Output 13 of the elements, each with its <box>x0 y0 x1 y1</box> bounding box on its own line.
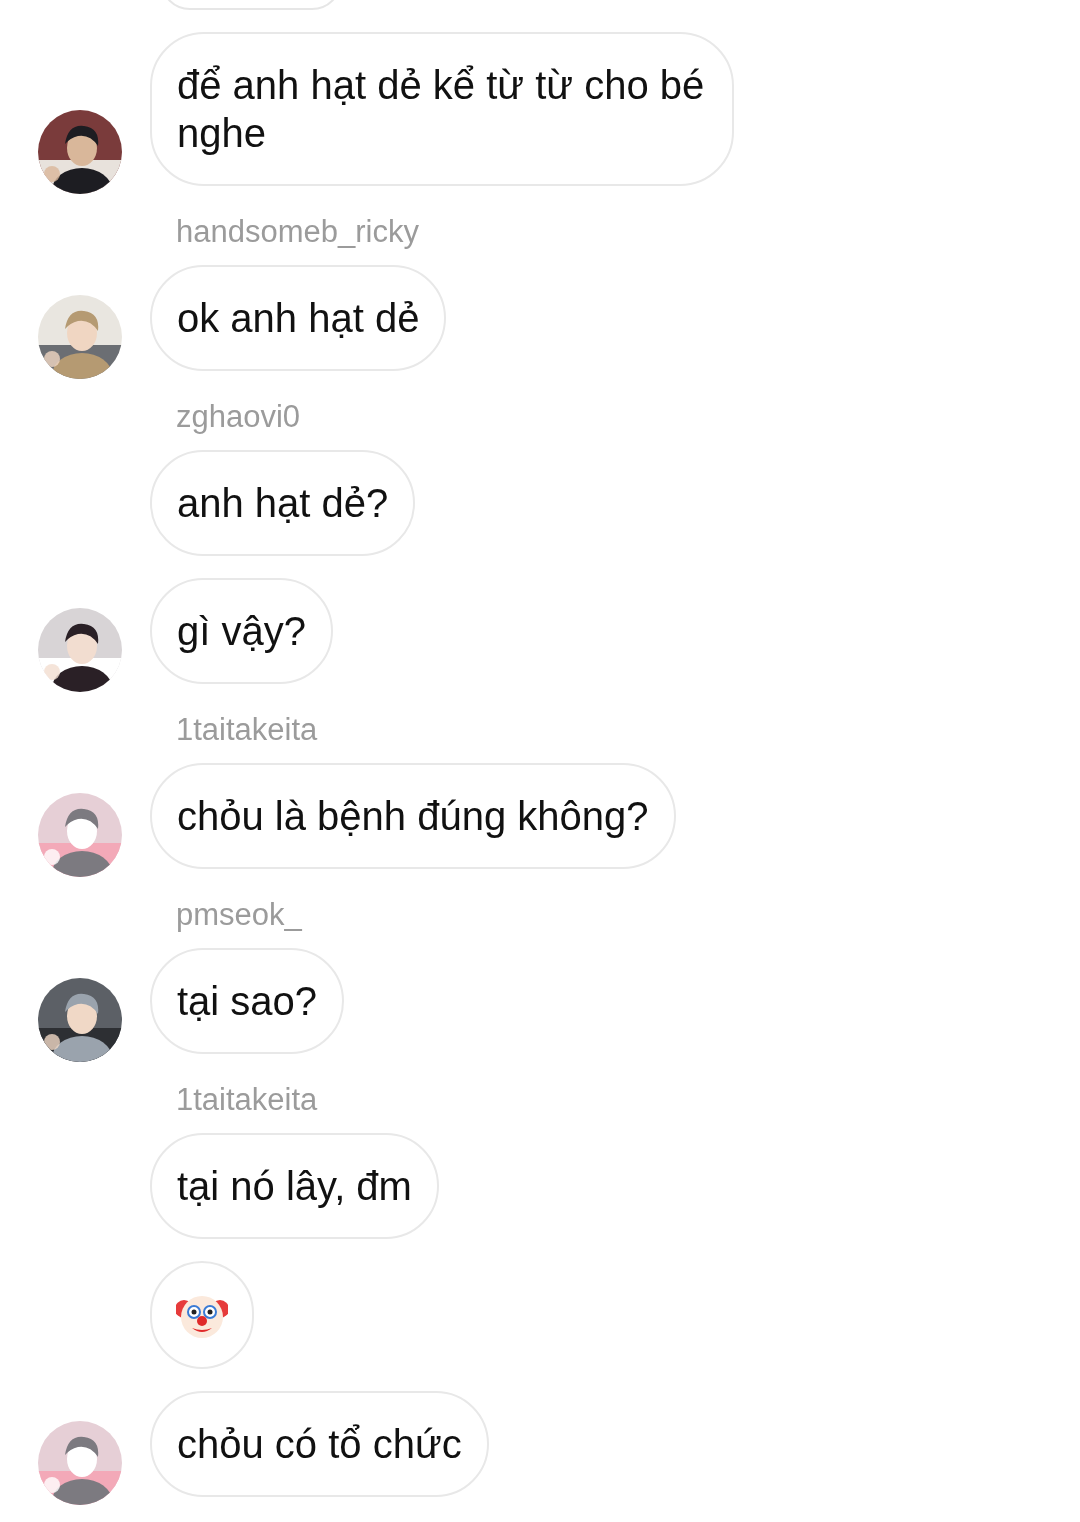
sender-name: zghaovi0 <box>176 399 302 435</box>
message-bubble: chỏu có tổ chức <box>150 1391 489 1497</box>
sender-name: handsomeb_ricky <box>176 214 420 250</box>
message-bubble: để anh hạt dẻ kể từ từ cho bé nghe <box>150 32 734 186</box>
sender-name: 1taitakeita <box>176 1082 319 1118</box>
sender-name: pmseok_ <box>176 897 303 933</box>
sender-name: 1taitakeita <box>176 712 319 748</box>
message-bubble: ok anh hạt dẻ <box>150 265 447 371</box>
message-bubble: anh hạt dẻ? <box>150 450 416 556</box>
message-bubble: tại nó lây, đm <box>150 1133 439 1239</box>
message-bubble: chỏu là bệnh đúng không? <box>150 763 676 869</box>
message-bubble: gì vậy? <box>150 578 333 684</box>
message-bubble: tại sao? <box>150 948 345 1054</box>
